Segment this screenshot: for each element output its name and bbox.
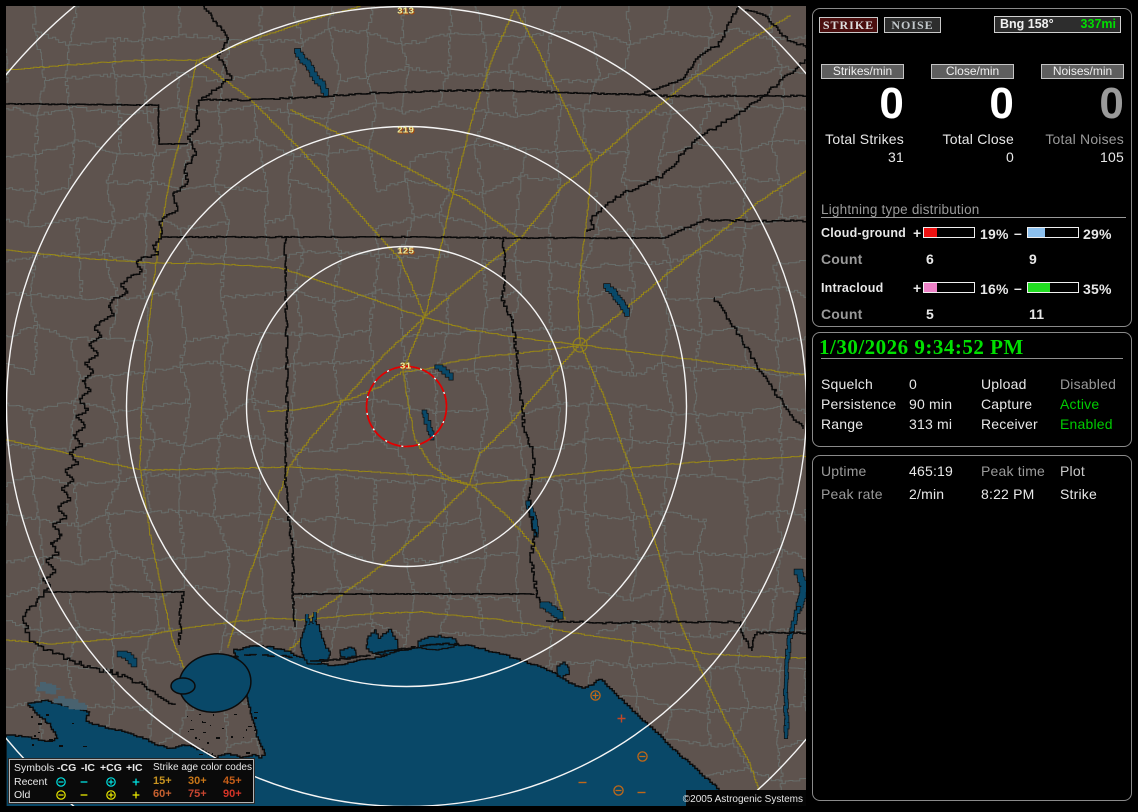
svg-text:219: 219: [397, 125, 414, 136]
svg-text:313: 313: [397, 6, 414, 17]
svg-text:©2005 Astrogenic Systems: ©2005 Astrogenic Systems: [683, 794, 803, 805]
svg-text:31: 31: [400, 361, 412, 372]
svg-text:125: 125: [397, 246, 414, 257]
